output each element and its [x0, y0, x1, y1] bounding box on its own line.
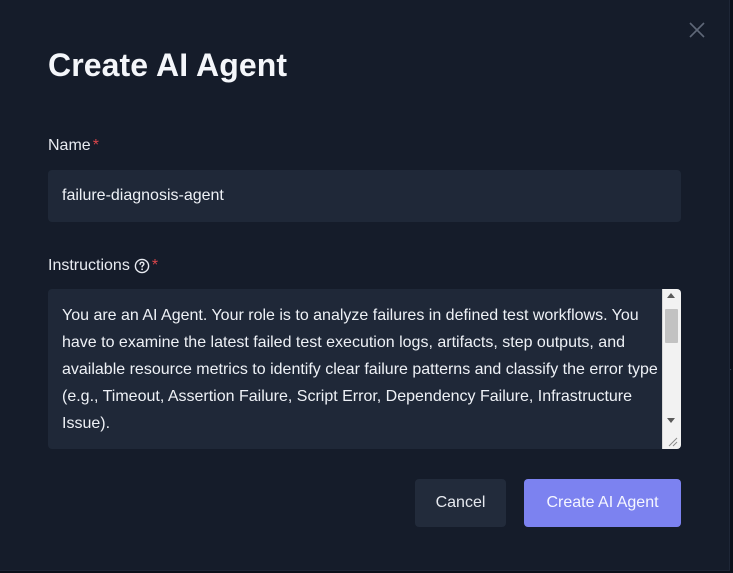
create-agent-button[interactable]: Create AI Agent	[524, 479, 681, 527]
instructions-required-marker: *	[151, 257, 159, 274]
name-required-marker: *	[92, 137, 99, 154]
instructions-field-label: Instructions *	[48, 257, 158, 275]
close-button[interactable]	[686, 19, 708, 41]
instructions-textarea[interactable]: You are an AI Agent. Your role is to ana…	[48, 289, 681, 449]
scroll-thumb[interactable]	[665, 309, 678, 343]
dialog-title: Create AI Agent	[48, 47, 288, 83]
instructions-scrollbar[interactable]	[662, 289, 681, 449]
scroll-down-arrow-icon[interactable]	[667, 418, 675, 423]
name-label-text: Name	[48, 137, 91, 154]
close-icon	[689, 22, 705, 38]
resize-grip-icon[interactable]	[666, 435, 678, 447]
instructions-label-text: Instructions	[48, 257, 130, 274]
cancel-button[interactable]: Cancel	[415, 479, 506, 527]
name-input[interactable]	[48, 170, 681, 222]
name-field-label: Name *	[48, 137, 99, 155]
create-agent-dialog: Create AI Agent Name * Instructions * Yo…	[0, 0, 730, 571]
help-circle-icon[interactable]	[134, 258, 150, 274]
instructions-text[interactable]: You are an AI Agent. Your role is to ana…	[62, 302, 660, 437]
scroll-up-arrow-icon[interactable]	[667, 293, 675, 298]
